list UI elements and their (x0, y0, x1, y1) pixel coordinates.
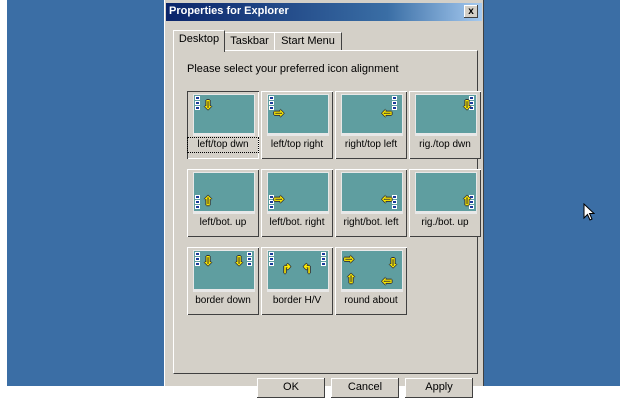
desktop-tab-panel: Please select your preferred icon alignm… (173, 50, 481, 374)
tab-start-menu[interactable]: Start Menu (274, 32, 342, 51)
alignment-option-left-top-right[interactable]: ⇨ left/top right (261, 91, 333, 159)
direction-arrow-icon: ⇦ (382, 106, 393, 120)
alignment-option-left-bottom-right[interactable]: ⇨ left/bot. right (261, 169, 333, 237)
desktop-icon (392, 101, 397, 105)
desktop-icon (392, 96, 397, 100)
direction-arrow-icon: ⇩ (203, 98, 214, 112)
direction-arrow-icon: ⇨ (344, 252, 355, 266)
alignment-option-border-hv[interactable]: ↱ ↰ border H/V (261, 247, 333, 315)
alignment-option-label: left/top dwn (187, 137, 259, 153)
direction-arrow-icon: ⇩ (462, 98, 473, 112)
desktop-icon (195, 257, 200, 261)
desktop-icon (269, 101, 274, 105)
alignment-option-left-bottom-up[interactable]: ⇧ left/bot. up (187, 169, 259, 237)
desktop-icon (392, 200, 397, 204)
desktop-preview: ↱ ↰ (267, 250, 329, 292)
alignment-option-label: left/bot. right (269, 217, 325, 228)
dialog-title: Properties for Explorer (169, 5, 289, 17)
desktop-icon (195, 200, 200, 204)
desktop-icon (392, 205, 397, 209)
desktop-preview: ⇨ (267, 172, 329, 214)
alignment-option-label: border H/V (272, 295, 322, 306)
apply-button[interactable]: Apply (405, 378, 473, 398)
desktop-icon (195, 262, 200, 266)
desktop-icon (247, 252, 252, 256)
desktop-icon (321, 257, 326, 261)
desktop-preview: ⇧ (415, 172, 477, 214)
alignment-option-right-top-down[interactable]: ⇩ rig./top dwn (409, 91, 481, 159)
desktop-icon (321, 262, 326, 266)
direction-arrow-icon: ⇨ (274, 106, 285, 120)
desktop-icon (195, 96, 200, 100)
direction-arrow-icon: ⇧ (346, 272, 357, 286)
alignment-option-label: left/top right (270, 139, 324, 150)
desktop-icon (195, 252, 200, 256)
direction-arrow-icon: ↱ (282, 262, 293, 276)
desktop-icon (195, 195, 200, 199)
cancel-button[interactable]: Cancel (331, 378, 399, 398)
close-icon[interactable]: x (464, 5, 478, 18)
direction-arrow-icon: ⇩ (388, 256, 399, 270)
desktop-preview: ⇦ (341, 172, 403, 214)
desktop-icon (195, 101, 200, 105)
direction-arrow-icon: ⇦ (382, 192, 393, 206)
direction-arrow-icon: ⇧ (203, 194, 214, 208)
desktop-icon (247, 257, 252, 261)
desktop-icon (321, 252, 326, 256)
desktop-icon (269, 252, 274, 256)
alignment-option-left-top-down[interactable]: ⇩ left/top dwn (187, 91, 259, 159)
desktop-preview: ⇦ (341, 94, 403, 136)
alignment-option-label: rig./bot. up (421, 217, 469, 228)
desktop-preview: ⇩ (415, 94, 477, 136)
arrow-cursor-icon (583, 203, 595, 221)
ok-button[interactable]: OK (257, 378, 325, 398)
alignment-option-border-down[interactable]: ⇩ ⇩ border down (187, 247, 259, 315)
desktop-icon (195, 106, 200, 110)
tab-desktop[interactable]: Desktop (173, 30, 225, 52)
desktop-icon (247, 262, 252, 266)
direction-arrow-icon: ⇦ (382, 274, 393, 288)
direction-arrow-icon: ↰ (302, 262, 313, 276)
title-bar[interactable]: Properties for Explorer x (166, 3, 482, 21)
desktop-preview: ⇧ (193, 172, 255, 214)
alignment-option-round-about[interactable]: ⇨ ⇩ ⇧ ⇦ round about (335, 247, 407, 315)
alignment-option-label: rig./top dwn (419, 139, 471, 150)
direction-arrow-icon: ⇩ (203, 254, 214, 268)
alignment-option-label: round about (344, 295, 398, 306)
alignment-option-right-bottom-left[interactable]: ⇦ right/bot. left (335, 169, 407, 237)
alignment-option-right-top-left[interactable]: ⇦ right/top left (335, 91, 407, 159)
desktop-preview: ⇩ ⇩ (193, 250, 255, 292)
desktop-icon (269, 257, 274, 261)
alignment-option-label: right/top left (344, 139, 398, 150)
direction-arrow-icon: ⇩ (234, 254, 245, 268)
desktop-preview: ⇨ ⇩ ⇧ ⇦ (341, 250, 403, 292)
direction-arrow-icon: ⇧ (462, 194, 473, 208)
direction-arrow-icon: ⇨ (274, 192, 285, 206)
desktop-icon (392, 106, 397, 110)
instruction-text: Please select your preferred icon alignm… (187, 63, 399, 75)
alignment-option-label: border down (195, 295, 251, 306)
alignment-option-right-bottom-up[interactable]: ⇧ rig./bot. up (409, 169, 481, 237)
desktop-icon (269, 96, 274, 100)
alignment-option-label: right/bot. left (343, 217, 399, 228)
desktop-icon (269, 262, 274, 266)
desktop-icon (195, 205, 200, 209)
desktop-preview: ⇩ (193, 94, 255, 136)
desktop-icon (392, 195, 397, 199)
tab-taskbar[interactable]: Taskbar (224, 32, 275, 51)
desktop-preview: ⇨ (267, 94, 329, 136)
properties-dialog: Properties for Explorer x Desktop Taskba… (164, 0, 484, 398)
alignment-option-label: left/bot. up (199, 217, 247, 228)
